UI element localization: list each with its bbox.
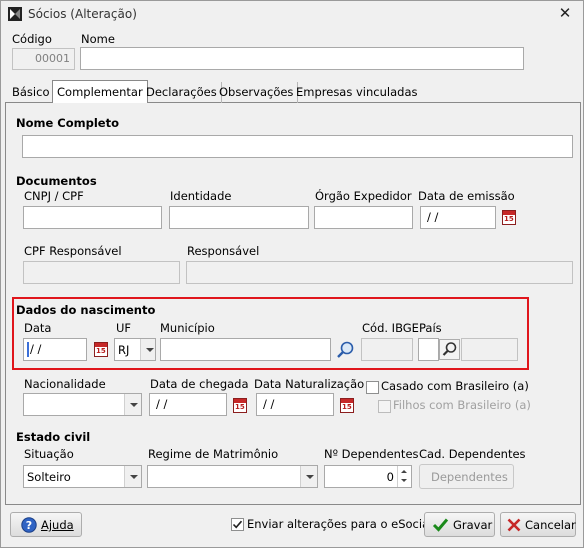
codigo-field: 00001 — [12, 48, 75, 70]
tab-label: Declarações — [146, 85, 217, 99]
nome-completo-label: Nome Completo — [16, 116, 120, 130]
data-naturalizacao-field[interactable]: / / — [256, 393, 334, 416]
search-icon[interactable] — [439, 339, 460, 360]
num-dependentes-label: Nº Dependentes — [324, 447, 419, 461]
calendar-icon[interactable]: 15 — [94, 342, 108, 357]
data-chegada-field[interactable]: / / — [149, 393, 227, 416]
chevron-down-icon[interactable] — [124, 466, 141, 487]
estado-civil-label: Estado civil — [16, 430, 91, 444]
dados-nascimento-label: Dados do nascimento — [16, 303, 156, 317]
spin-arrows-icon[interactable] — [397, 466, 411, 487]
dependentes-button-label: Dependentes — [431, 470, 508, 484]
gravar-button-label: Gravar — [453, 518, 492, 532]
nacionalidade-select[interactable] — [23, 393, 142, 416]
ajuda-button-text: Ajuda — [41, 518, 74, 532]
cad-dependentes-label: Cad. Dependentes — [419, 447, 526, 461]
enviar-esocial-checkbox[interactable] — [231, 518, 244, 531]
pais-name-field — [461, 338, 518, 361]
situacao-label: Situação — [24, 447, 74, 461]
uf-select[interactable]: RJ — [114, 338, 156, 361]
cpf-responsavel-field — [23, 261, 180, 284]
orgao-expedidor-field[interactable] — [314, 206, 413, 229]
cpf-responsavel-label: CPF Responsável — [24, 244, 122, 258]
chevron-down-icon[interactable] — [140, 339, 155, 360]
identidade-label: Identidade — [170, 189, 232, 203]
data-nascimento-label: Data — [24, 321, 52, 335]
data-chegada-label: Data de chegada — [150, 377, 249, 391]
cancelar-button-label: Cancelar — [525, 518, 576, 532]
data-nascimento-field[interactable]: / / — [23, 338, 87, 361]
svg-text:?: ? — [26, 519, 32, 532]
socios-window: Sócios (Alteração) ✕ Código 00001 Nome B… — [0, 0, 584, 548]
calendar-icon[interactable]: 15 — [502, 210, 516, 225]
tab-empresas-vinculadas[interactable]: Empresas vinculadas — [292, 82, 422, 103]
help-icon: ? — [21, 517, 37, 533]
text-cursor — [27, 342, 29, 357]
tab-observacoes[interactable]: Observações — [215, 82, 299, 103]
identidade-field[interactable] — [169, 206, 309, 229]
casado-label: Casado com Brasileiro (a) — [381, 379, 529, 393]
filhos-label: Filhos com Brasileiro (a) — [393, 398, 531, 412]
responsavel-field — [186, 261, 573, 284]
cnpj-cpf-field[interactable] — [23, 206, 162, 229]
cancelar-button-text: Cancelar — [525, 518, 576, 532]
tab-declaracoes[interactable]: Declarações — [142, 82, 222, 103]
tab-label: Básico — [12, 85, 50, 99]
cancelar-button[interactable]: Cancelar — [500, 512, 576, 537]
tab-label: Observações — [219, 85, 294, 99]
nome-label: Nome — [81, 32, 115, 46]
data-nascimento-value: / / — [30, 342, 42, 356]
municipio-label: Município — [160, 321, 215, 335]
check-icon — [432, 518, 449, 532]
calendar-icon[interactable]: 15 — [233, 398, 247, 413]
cod-ibge-label: Cód. IBGE — [362, 321, 419, 335]
tab-complementar[interactable]: Complementar — [52, 80, 148, 104]
municipio-field[interactable] — [160, 338, 331, 361]
pais-code-field[interactable] — [418, 338, 439, 361]
data-emissao-field[interactable]: / / — [420, 206, 496, 229]
uf-label: UF — [116, 321, 132, 335]
gravar-button-text: Gravar — [453, 518, 493, 532]
uf-value: RJ — [118, 343, 130, 357]
ajuda-button[interactable]: ? Ajuda — [10, 512, 82, 537]
check-icon — [232, 520, 243, 529]
tab-basico[interactable]: Básico — [8, 82, 55, 103]
regime-label: Regime de Matrimônio — [148, 447, 279, 461]
app-icon — [8, 7, 22, 21]
cnpj-cpf-label: CNPJ / CPF — [24, 189, 84, 203]
filhos-checkbox — [378, 400, 391, 413]
regime-select[interactable] — [147, 465, 318, 488]
chevron-down-icon[interactable] — [300, 466, 317, 487]
num-dependentes-stepper[interactable]: 0 — [324, 465, 412, 488]
gravar-button[interactable]: Gravar — [424, 512, 495, 537]
documentos-label: Documentos — [16, 174, 97, 188]
cancel-icon — [507, 518, 521, 532]
data-emissao-label: Data de emissão — [418, 189, 515, 203]
tab-label: Empresas vinculadas — [296, 85, 418, 99]
nome-completo-field[interactable] — [22, 135, 573, 158]
data-naturalizacao-label: Data Naturalização — [254, 377, 365, 391]
nacionalidade-label: Nacionalidade — [24, 377, 106, 391]
pais-label: País — [419, 321, 442, 335]
window-title: Sócios (Alteração) — [28, 7, 137, 21]
enviar-esocial-label: Enviar alterações para o eSocial — [247, 517, 433, 531]
chevron-down-icon[interactable] — [124, 394, 141, 415]
tab-label: Complementar — [57, 85, 143, 99]
title-bar: Sócios (Alteração) ✕ — [1, 1, 583, 28]
cod-ibge-field — [361, 338, 413, 361]
responsavel-label: Responsável — [187, 244, 260, 258]
situacao-value: Solteiro — [27, 470, 71, 484]
close-icon[interactable]: ✕ — [557, 5, 573, 21]
codigo-label: Código — [12, 32, 52, 46]
orgao-expedidor-label: Órgão Expedidor — [315, 189, 412, 203]
dependentes-button: Dependentes — [419, 464, 514, 489]
calendar-icon[interactable]: 15 — [340, 398, 354, 413]
ajuda-button-label: Ajuda — [41, 518, 74, 532]
search-icon[interactable] — [335, 340, 355, 360]
tab-strip: Básico Complementar Declarações Observaç… — [5, 80, 581, 104]
num-dependentes-value: 0 — [386, 470, 394, 484]
nome-field[interactable] — [80, 47, 524, 70]
situacao-select[interactable]: Solteiro — [23, 465, 142, 488]
casado-checkbox[interactable] — [366, 381, 379, 394]
